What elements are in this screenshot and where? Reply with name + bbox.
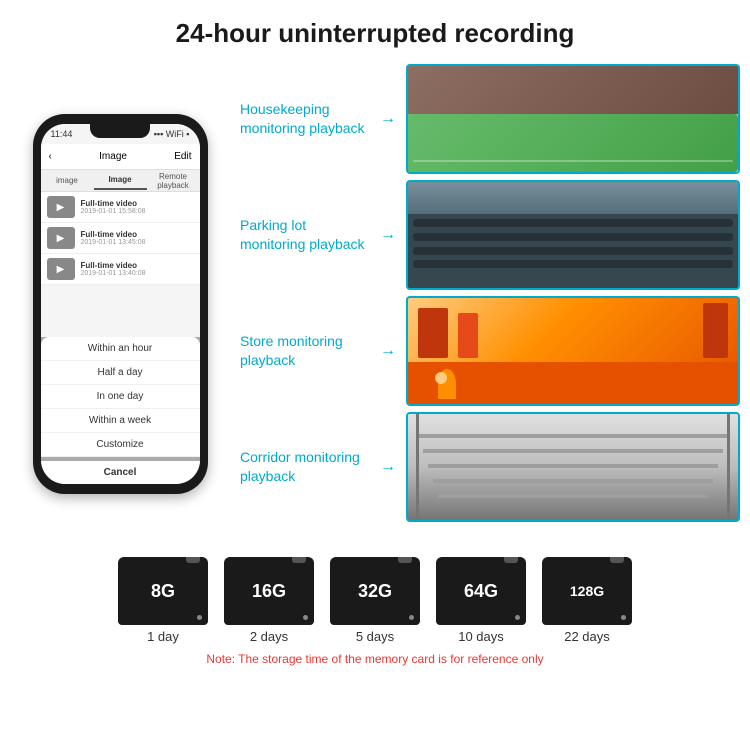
phone-screen: 11:44 ▪▪▪ WiFi ▪ ‹ Image Edit image Imag… (41, 124, 200, 484)
edit-button[interactable]: Edit (174, 151, 191, 162)
tab-image-active[interactable]: Image (94, 171, 147, 190)
play-icon-3: ▶ (57, 264, 65, 275)
video-date-3: 2019-01-01 13:40:08 (81, 270, 194, 277)
phone-mockup: 11:44 ▪▪▪ WiFi ▪ ‹ Image Edit image Imag… (33, 114, 208, 494)
sd-label-1: 16G (252, 581, 286, 602)
dropdown-overlay: Within an hour Half a day In one day Wit… (41, 337, 200, 484)
sd-card-3: 64G (436, 557, 526, 625)
sd-card-2: 32G (330, 557, 420, 625)
monitoring-row-2: Parking lotmonitoring playback → (240, 180, 740, 290)
storage-days-4: 22 days (564, 629, 610, 644)
monitoring-row-4: Corridor monitoringplayback → (240, 412, 740, 522)
arrow-icon-2: → (378, 226, 398, 244)
storage-section: 8G 1 day 16G 2 days 32G 5 days 64G 10 da… (0, 549, 750, 671)
video-info-3: Full-time video 2019-01-01 13:40:08 (81, 261, 194, 277)
monitoring-text-1: Housekeepingmonitoring playback (240, 101, 365, 136)
dropdown-menu: Within an hour Half a day In one day Wit… (41, 337, 200, 457)
monitoring-label-1: Housekeepingmonitoring playback (240, 100, 370, 138)
page-title: 24-hour uninterrupted recording (10, 18, 740, 49)
monitoring-photo-1 (406, 64, 740, 174)
phone-notch (90, 124, 150, 138)
storage-cards: 8G 1 day 16G 2 days 32G 5 days 64G 10 da… (118, 557, 632, 644)
sd-card-1: 16G (224, 557, 314, 625)
sd-dot-0 (197, 615, 202, 620)
dropdown-item-4[interactable]: Customize (41, 433, 200, 457)
tab-image[interactable]: image (41, 172, 94, 189)
phone-time: 11:44 (51, 129, 73, 139)
arrow-icon-4: → (378, 458, 398, 476)
screen-title: Image (99, 151, 127, 162)
monitoring-label-3: Store monitoringplayback (240, 332, 370, 370)
video-info-2: Full-time video 2019-01-01 13:45:08 (81, 230, 194, 246)
monitoring-row-3: Store monitoringplayback → (240, 296, 740, 406)
sd-dot-2 (409, 615, 414, 620)
monitoring-label-2: Parking lotmonitoring playback (240, 216, 370, 254)
tab-remote[interactable]: Remote playback (147, 168, 200, 194)
arrow-icon-1: → (378, 110, 398, 128)
video-item-1[interactable]: ▶ Full-time video 2019-01-01 15:58:08 (41, 192, 200, 223)
sd-label-2: 32G (358, 581, 392, 602)
monitoring-text-4: Corridor monitoringplayback (240, 449, 360, 484)
arrow-icon-3: → (378, 342, 398, 360)
storage-card-wrap-0: 8G 1 day (118, 557, 208, 644)
sd-label-0: 8G (151, 581, 175, 602)
video-title-1: Full-time video (81, 199, 194, 208)
video-title-2: Full-time video (81, 230, 194, 239)
sd-dot-1 (303, 615, 308, 620)
storage-card-wrap-3: 64G 10 days (436, 557, 526, 644)
sd-dot-3 (515, 615, 520, 620)
monitoring-text-2: Parking lotmonitoring playback (240, 217, 365, 252)
video-item-2[interactable]: ▶ Full-time video 2019-01-01 13:45:08 (41, 223, 200, 254)
storage-days-3: 10 days (458, 629, 504, 644)
storage-card-wrap-1: 16G 2 days (224, 557, 314, 644)
sd-label-3: 64G (464, 581, 498, 602)
video-item-3[interactable]: ▶ Full-time video 2019-01-01 13:40:08 (41, 254, 200, 285)
phone-tabs: image Image Remote playback (41, 170, 200, 192)
sd-card-4: 128G (542, 557, 632, 625)
monitoring-photo-2 (406, 180, 740, 290)
storage-days-2: 5 days (356, 629, 394, 644)
video-thumb-1: ▶ (47, 196, 75, 218)
monitoring-row-1: Housekeepingmonitoring playback → (240, 64, 740, 174)
dropdown-item-2[interactable]: In one day (41, 385, 200, 409)
video-date-2: 2019-01-01 13:45:08 (81, 239, 194, 246)
storage-card-wrap-4: 128G 22 days (542, 557, 632, 644)
sd-label-4: 128G (570, 583, 604, 599)
back-icon[interactable]: ‹ (49, 151, 52, 162)
dropdown-item-3[interactable]: Within a week (41, 409, 200, 433)
play-icon-1: ▶ (57, 202, 65, 213)
phone-section: 11:44 ▪▪▪ WiFi ▪ ‹ Image Edit image Imag… (10, 59, 230, 549)
monitoring-photo-4 (406, 412, 740, 522)
monitoring-label-4: Corridor monitoringplayback (240, 448, 370, 486)
cancel-button[interactable]: Cancel (41, 461, 200, 484)
page-header: 24-hour uninterrupted recording (0, 0, 750, 59)
video-title-3: Full-time video (81, 261, 194, 270)
play-icon-2: ▶ (57, 233, 65, 244)
video-date-1: 2019-01-01 15:58:08 (81, 208, 194, 215)
storage-days-0: 1 day (147, 629, 179, 644)
sd-card-0: 8G (118, 557, 208, 625)
storage-card-wrap-2: 32G 5 days (330, 557, 420, 644)
storage-days-1: 2 days (250, 629, 288, 644)
monitoring-text-3: Store monitoringplayback (240, 333, 343, 368)
video-thumb-2: ▶ (47, 227, 75, 249)
monitoring-section: Housekeepingmonitoring playback → Parkin… (240, 59, 740, 549)
sd-dot-4 (621, 615, 626, 620)
video-info-1: Full-time video 2019-01-01 15:58:08 (81, 199, 194, 215)
main-content: 11:44 ▪▪▪ WiFi ▪ ‹ Image Edit image Imag… (0, 59, 750, 549)
phone-signal: ▪▪▪ WiFi ▪ (154, 129, 190, 139)
storage-note: Note: The storage time of the memory car… (206, 652, 543, 666)
phone-nav-bar: ‹ Image Edit (41, 144, 200, 170)
dropdown-item-1[interactable]: Half a day (41, 361, 200, 385)
video-thumb-3: ▶ (47, 258, 75, 280)
monitoring-photo-3 (406, 296, 740, 406)
dropdown-item-0[interactable]: Within an hour (41, 337, 200, 361)
